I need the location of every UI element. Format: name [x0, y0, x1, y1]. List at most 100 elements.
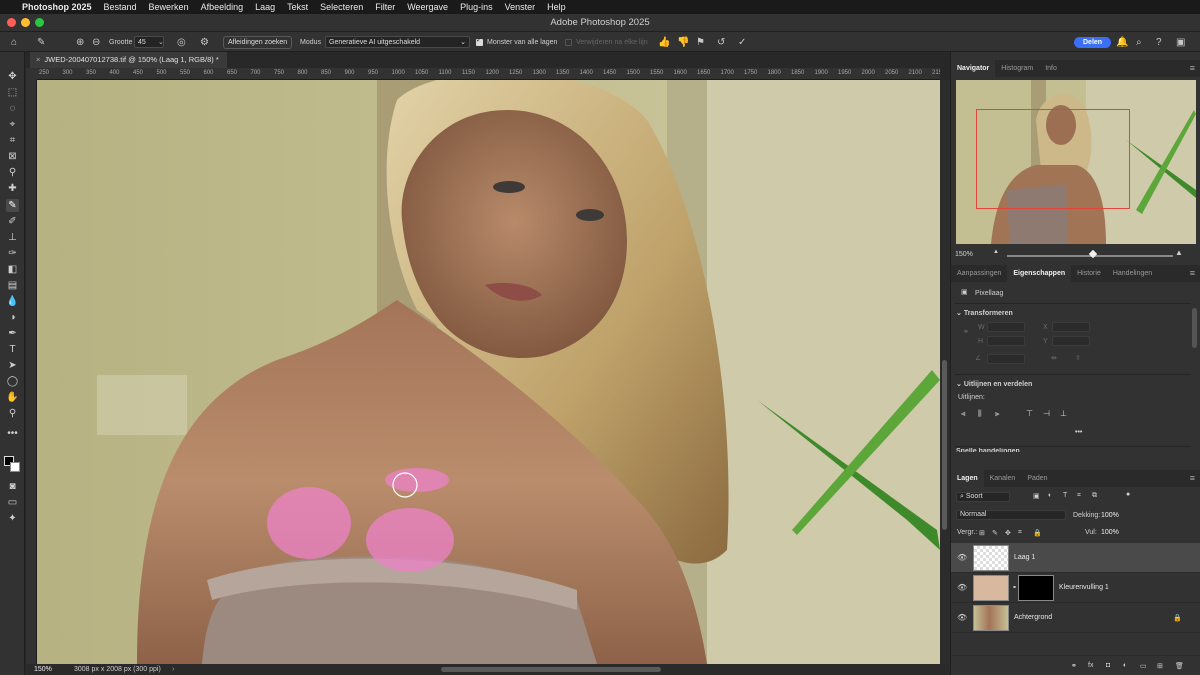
layer-mask-thumbnail[interactable]: [1018, 575, 1054, 601]
thumbs-up-icon[interactable]: 👍: [658, 32, 670, 52]
type-tool-icon[interactable]: T: [6, 343, 19, 356]
transform-section-title[interactable]: ⌄ Transformeren: [956, 309, 1013, 317]
adjustment-layer-icon[interactable]: ◐: [1123, 662, 1127, 669]
menu-laag[interactable]: Laag: [255, 2, 275, 12]
eye-icon[interactable]: 👁: [957, 613, 967, 622]
brush-add-icon[interactable]: ⊕: [76, 32, 84, 52]
tab-properties[interactable]: Eigenschappen: [1007, 265, 1072, 282]
filter-toggle-icon[interactable]: ●: [1126, 491, 1130, 498]
filter-adjustment-icon[interactable]: ◐: [1048, 492, 1052, 499]
eye-icon[interactable]: 👁: [957, 553, 967, 562]
home-icon[interactable]: ⌂: [11, 32, 17, 52]
menu-plugins[interactable]: Plug-ins: [460, 2, 493, 12]
more-options-icon[interactable]: •••: [1075, 429, 1082, 436]
lock-pixels-icon[interactable]: ✎: [992, 529, 998, 537]
tab-navigator[interactable]: Navigator: [951, 60, 996, 77]
filter-pixel-icon[interactable]: ▣: [1033, 492, 1040, 500]
horizontal-ruler[interactable]: 250 300 350 400 450 500 550 600 650 700 750 800 850 9…: [37, 68, 940, 80]
screen-mode-icon[interactable]: ▭: [6, 496, 19, 509]
gradient-tool-icon[interactable]: ▤: [6, 279, 19, 292]
chevron-down-icon[interactable]: ⌄: [158, 32, 164, 52]
menu-help[interactable]: Help: [547, 2, 566, 12]
document-tab[interactable]: × JWED-200407012738.tif @ 150% (Laag 1, R…: [30, 52, 227, 68]
tab-paths[interactable]: Paden: [1021, 470, 1053, 487]
menu-weergave[interactable]: Weergave: [407, 2, 448, 12]
properties-scroll-thumb[interactable]: [1192, 308, 1197, 348]
path-select-icon[interactable]: ➤: [6, 359, 19, 372]
layer-row-laag-1[interactable]: 👁 Laag 1: [951, 543, 1200, 573]
layer-filter-select[interactable]: ⌕ Soort: [956, 492, 1010, 502]
menu-bestand[interactable]: Bestand: [104, 2, 137, 12]
share-button[interactable]: Delen: [1074, 36, 1112, 48]
bell-icon[interactable]: 🔔: [1116, 32, 1128, 52]
history-brush-icon[interactable]: ✑: [6, 247, 19, 260]
search-icon[interactable]: ⌕: [1136, 32, 1142, 52]
align-left-icon[interactable]: ⫷: [961, 409, 966, 419]
link-icon[interactable]: ⚭: [1012, 584, 1017, 591]
zoom-level[interactable]: 150%: [34, 666, 52, 673]
align-bottom-icon[interactable]: ⊥: [1060, 409, 1067, 418]
mountain-large-icon[interactable]: ▲: [1175, 248, 1183, 257]
remove-tool-icon[interactable]: ✎: [6, 199, 19, 212]
generative-icon[interactable]: ✦: [6, 512, 19, 525]
dodge-tool-icon[interactable]: ◑: [6, 311, 19, 324]
eyedropper-tool-icon[interactable]: ⚲: [6, 166, 19, 179]
move-tool-icon[interactable]: ✥: [6, 70, 19, 83]
panel-menu-icon[interactable]: ≡: [1190, 63, 1195, 73]
gear-icon[interactable]: ⚙: [200, 32, 209, 52]
filter-smart-icon[interactable]: ⧉: [1092, 492, 1097, 500]
tab-adjustments[interactable]: Aanpassingen: [951, 265, 1007, 282]
align-center-v-icon[interactable]: ⊣: [1043, 409, 1050, 418]
object-select-tool-icon[interactable]: ⌖: [6, 118, 19, 131]
navigator-preview[interactable]: [956, 80, 1196, 244]
workspace-icon[interactable]: ▣: [1176, 32, 1185, 52]
menu-tekst[interactable]: Tekst: [287, 2, 308, 12]
align-right-icon[interactable]: ⫸: [995, 409, 1000, 419]
blur-tool-icon[interactable]: 💧: [6, 295, 19, 308]
more-tools-icon[interactable]: •••: [6, 427, 19, 440]
tab-layers[interactable]: Lagen: [951, 470, 984, 487]
navigator-view-rect[interactable]: [976, 109, 1130, 209]
filter-type-icon[interactable]: T: [1063, 492, 1067, 499]
close-icon[interactable]: ×: [36, 55, 40, 64]
zoom-tool-icon[interactable]: ⚲: [6, 407, 19, 420]
group-icon[interactable]: ▭: [1140, 662, 1147, 670]
marquee-tool-icon[interactable]: ⬚: [6, 86, 19, 99]
add-mask-icon[interactable]: ◘: [1106, 662, 1110, 669]
navigator-zoom[interactable]: 150%: [955, 251, 973, 258]
thumbs-down-icon[interactable]: 👎: [677, 32, 689, 52]
remove-tool-icon[interactable]: ✎: [37, 32, 45, 52]
flag-icon[interactable]: ⚑: [696, 32, 705, 52]
shape-tool-icon[interactable]: ◯: [6, 375, 19, 388]
link-layers-icon[interactable]: ⚭: [1071, 662, 1077, 670]
lock-artboard-icon[interactable]: ⌗: [1018, 529, 1022, 537]
quick-actions-title[interactable]: Snelle handelingen: [956, 448, 1020, 452]
link-icon[interactable]: ⚭: [963, 328, 969, 336]
mode-select[interactable]: Generatieve AI uitgeschakeld ⌄: [325, 36, 470, 48]
eraser-tool-icon[interactable]: ◧: [6, 263, 19, 276]
lock-all-icon[interactable]: 🔒: [1033, 529, 1042, 537]
lasso-tool-icon[interactable]: ◌: [6, 102, 19, 115]
tab-histogram[interactable]: Histogram: [995, 60, 1039, 77]
pressure-icon[interactable]: ◎: [177, 32, 186, 52]
stamp-tool-icon[interactable]: ⊥: [6, 231, 19, 244]
remove-all-checkbox[interactable]: [565, 38, 572, 46]
pen-tool-icon[interactable]: ✒: [6, 327, 19, 340]
vertical-scroll-thumb[interactable]: [942, 360, 947, 530]
tab-channels[interactable]: Kanalen: [984, 470, 1022, 487]
trash-icon[interactable]: 🗑: [1175, 662, 1184, 670]
hand-tool-icon[interactable]: ✋: [6, 391, 19, 404]
image-canvas[interactable]: [37, 80, 940, 664]
help-icon[interactable]: ?: [1156, 32, 1162, 52]
menu-selecteren[interactable]: Selecteren: [320, 2, 363, 12]
filter-shape-icon[interactable]: ⌗: [1077, 492, 1081, 500]
layer-row-achtergrond[interactable]: 👁 Achtergrond 🔒: [951, 603, 1200, 633]
align-section-title[interactable]: ⌄ Uitlijnen en verdelen: [956, 380, 1032, 388]
fill-value[interactable]: 100%: [1101, 529, 1119, 536]
new-layer-icon[interactable]: ⊞: [1157, 662, 1163, 670]
chevron-right-icon[interactable]: ›: [172, 666, 174, 673]
menu-venster[interactable]: Venster: [505, 2, 536, 12]
layer-row-kleurenvulling-1[interactable]: 👁 ⚭ Kleurenvulling 1: [951, 573, 1200, 603]
mountain-small-icon[interactable]: ▲: [993, 249, 999, 255]
tab-actions[interactable]: Handelingen: [1107, 265, 1158, 282]
